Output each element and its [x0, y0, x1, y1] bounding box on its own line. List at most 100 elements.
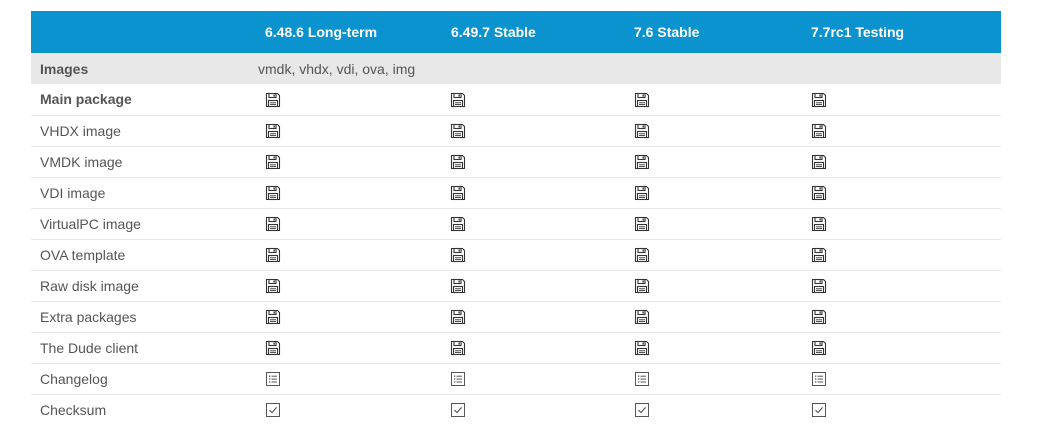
download-cell: [624, 394, 809, 425]
download-cell: [624, 363, 809, 394]
row-label: Extra packages: [40, 308, 137, 325]
floppy-disk-icon[interactable]: [634, 278, 650, 294]
download-cell: [809, 208, 1001, 239]
floppy-disk-icon[interactable]: [265, 185, 281, 201]
download-cell: [809, 177, 1001, 208]
row-label: Checksum: [40, 401, 107, 418]
download-cell: [624, 84, 809, 115]
floppy-disk-icon[interactable]: [811, 185, 827, 201]
download-cell: [809, 363, 1001, 394]
download-cell: [257, 301, 441, 332]
floppy-disk-icon[interactable]: [265, 154, 281, 170]
floppy-disk-icon[interactable]: [450, 92, 466, 108]
downloads-table-container: 6.48.6 Long-term 6.49.7 Stable 7.6 Stabl…: [31, 11, 1001, 425]
table-row: Extra packages: [31, 301, 1001, 332]
checkbox-icon[interactable]: [634, 402, 650, 418]
table-row: Checksum: [31, 394, 1001, 425]
floppy-disk-icon[interactable]: [265, 309, 281, 325]
download-cell: [441, 239, 624, 270]
row-label: VHDX image: [40, 122, 121, 139]
floppy-disk-icon[interactable]: [265, 92, 281, 108]
list-icon[interactable]: [265, 371, 281, 387]
floppy-disk-icon[interactable]: [634, 185, 650, 201]
floppy-disk-icon[interactable]: [634, 123, 650, 139]
row-label: The Dude client: [40, 339, 139, 356]
download-cell: [809, 239, 1001, 270]
header-version-stable-6: 6.49.7 Stable: [451, 24, 536, 40]
floppy-disk-icon[interactable]: [811, 92, 827, 108]
download-cell: [809, 301, 1001, 332]
download-cell: [257, 84, 441, 115]
floppy-disk-icon[interactable]: [265, 278, 281, 294]
floppy-disk-icon[interactable]: [450, 154, 466, 170]
download-cell: [809, 332, 1001, 363]
checkbox-icon[interactable]: [811, 402, 827, 418]
floppy-disk-icon[interactable]: [450, 278, 466, 294]
floppy-disk-icon[interactable]: [811, 340, 827, 356]
list-icon[interactable]: [450, 371, 466, 387]
floppy-disk-icon[interactable]: [265, 216, 281, 232]
download-cell: [257, 115, 441, 146]
row-label: VirtualPC image: [40, 215, 141, 232]
floppy-disk-icon[interactable]: [634, 154, 650, 170]
download-cell: [809, 115, 1001, 146]
download-cell: [441, 177, 624, 208]
floppy-disk-icon[interactable]: [811, 309, 827, 325]
checkbox-icon[interactable]: [450, 402, 466, 418]
floppy-disk-icon[interactable]: [634, 92, 650, 108]
table-row: VMDK image: [31, 146, 1001, 177]
table-row: Main package: [31, 84, 1001, 115]
list-icon[interactable]: [634, 371, 650, 387]
section-row-images: Images vmdk, vhdx, vdi, ova, img: [31, 53, 1001, 84]
row-label: VDI image: [40, 184, 106, 201]
table-row: OVA template: [31, 239, 1001, 270]
header-version-long-term: 6.48.6 Long-term: [265, 24, 378, 40]
floppy-disk-icon[interactable]: [265, 247, 281, 263]
floppy-disk-icon[interactable]: [811, 247, 827, 263]
list-icon[interactable]: [811, 371, 827, 387]
download-cell: [624, 208, 809, 239]
row-label: Raw disk image: [40, 277, 139, 294]
row-label: Main package: [40, 91, 132, 108]
download-cell: [809, 146, 1001, 177]
table-row: Raw disk image: [31, 270, 1001, 301]
table-row: VDI image: [31, 177, 1001, 208]
section-title: Images: [40, 60, 89, 77]
download-cell: [441, 146, 624, 177]
row-label: OVA template: [40, 246, 126, 263]
floppy-disk-icon[interactable]: [450, 309, 466, 325]
floppy-disk-icon[interactable]: [634, 340, 650, 356]
download-cell: [624, 332, 809, 363]
floppy-disk-icon[interactable]: [634, 247, 650, 263]
download-cell: [257, 146, 441, 177]
download-cell: [624, 301, 809, 332]
download-cell: [257, 394, 441, 425]
floppy-disk-icon[interactable]: [450, 247, 466, 263]
download-cell: [441, 84, 624, 115]
row-label: Changelog: [40, 370, 108, 387]
floppy-disk-icon[interactable]: [811, 216, 827, 232]
header-version-stable-7: 7.6 Stable: [634, 24, 700, 40]
download-cell: [624, 115, 809, 146]
download-cell: [809, 84, 1001, 115]
floppy-disk-icon[interactable]: [634, 309, 650, 325]
floppy-disk-icon[interactable]: [811, 154, 827, 170]
download-cell: [624, 239, 809, 270]
download-cell: [257, 270, 441, 301]
download-cell: [441, 394, 624, 425]
download-cell: [257, 208, 441, 239]
checkbox-icon[interactable]: [265, 402, 281, 418]
floppy-disk-icon[interactable]: [450, 340, 466, 356]
floppy-disk-icon[interactable]: [265, 123, 281, 139]
floppy-disk-icon[interactable]: [811, 278, 827, 294]
floppy-disk-icon[interactable]: [811, 123, 827, 139]
floppy-disk-icon[interactable]: [450, 185, 466, 201]
floppy-disk-icon[interactable]: [450, 123, 466, 139]
downloads-table: 6.48.6 Long-term 6.49.7 Stable 7.6 Stabl…: [31, 11, 1001, 425]
download-cell: [441, 115, 624, 146]
floppy-disk-icon[interactable]: [450, 216, 466, 232]
floppy-disk-icon[interactable]: [265, 340, 281, 356]
download-cell: [624, 146, 809, 177]
floppy-disk-icon[interactable]: [634, 216, 650, 232]
download-cell: [441, 363, 624, 394]
